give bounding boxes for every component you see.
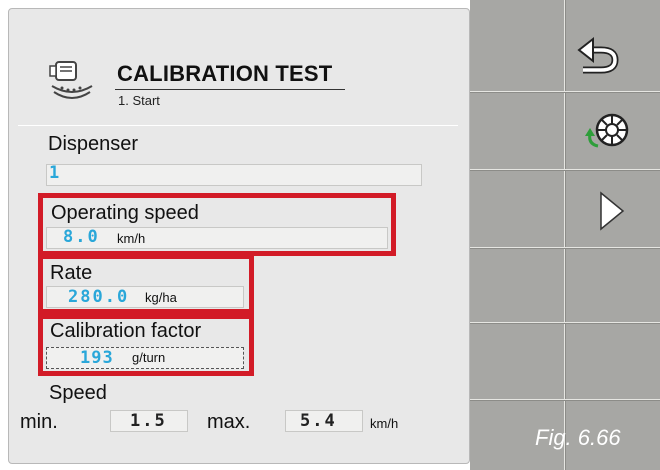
terminal-frame: CALIBRATION TEST 1. Start Dispenser 1 Op… — [0, 0, 660, 470]
calibration-dispenser-icon[interactable] — [580, 110, 630, 156]
softkey-separator-shadow — [470, 92, 660, 93]
page-title: CALIBRATION TEST — [117, 61, 333, 86]
title-underline — [115, 89, 345, 90]
speed-min-value: 1.5 — [130, 411, 167, 431]
speed-max-label: max. — [207, 411, 251, 433]
dispenser-label: Dispenser — [48, 133, 139, 155]
softkey-separator-shadow — [470, 248, 660, 249]
highlight-rate — [38, 254, 254, 314]
speed-label: Speed — [49, 382, 107, 404]
highlight-calibration-factor — [38, 314, 254, 376]
speed-unit: km/h — [370, 416, 399, 431]
back-arrow-icon[interactable] — [575, 36, 623, 76]
highlight-operating-speed — [38, 193, 396, 256]
page-subtitle: 1. Start — [118, 93, 160, 108]
dispenser-value: 1 — [49, 163, 60, 183]
softkey-separator-shadow — [470, 170, 660, 171]
header-divider — [18, 125, 458, 126]
next-arrow-icon[interactable] — [597, 190, 627, 232]
dispenser-field[interactable] — [46, 164, 422, 186]
speed-min-label: min. — [20, 411, 58, 433]
calibration-test-icon — [49, 61, 93, 99]
speed-max-value: 5.4 — [300, 411, 337, 431]
softkey-panel — [470, 0, 660, 470]
figure-caption: Fig. 6.66 — [535, 425, 621, 450]
softkey-separator-shadow — [470, 323, 660, 324]
softkey-separator-shadow — [470, 400, 660, 401]
